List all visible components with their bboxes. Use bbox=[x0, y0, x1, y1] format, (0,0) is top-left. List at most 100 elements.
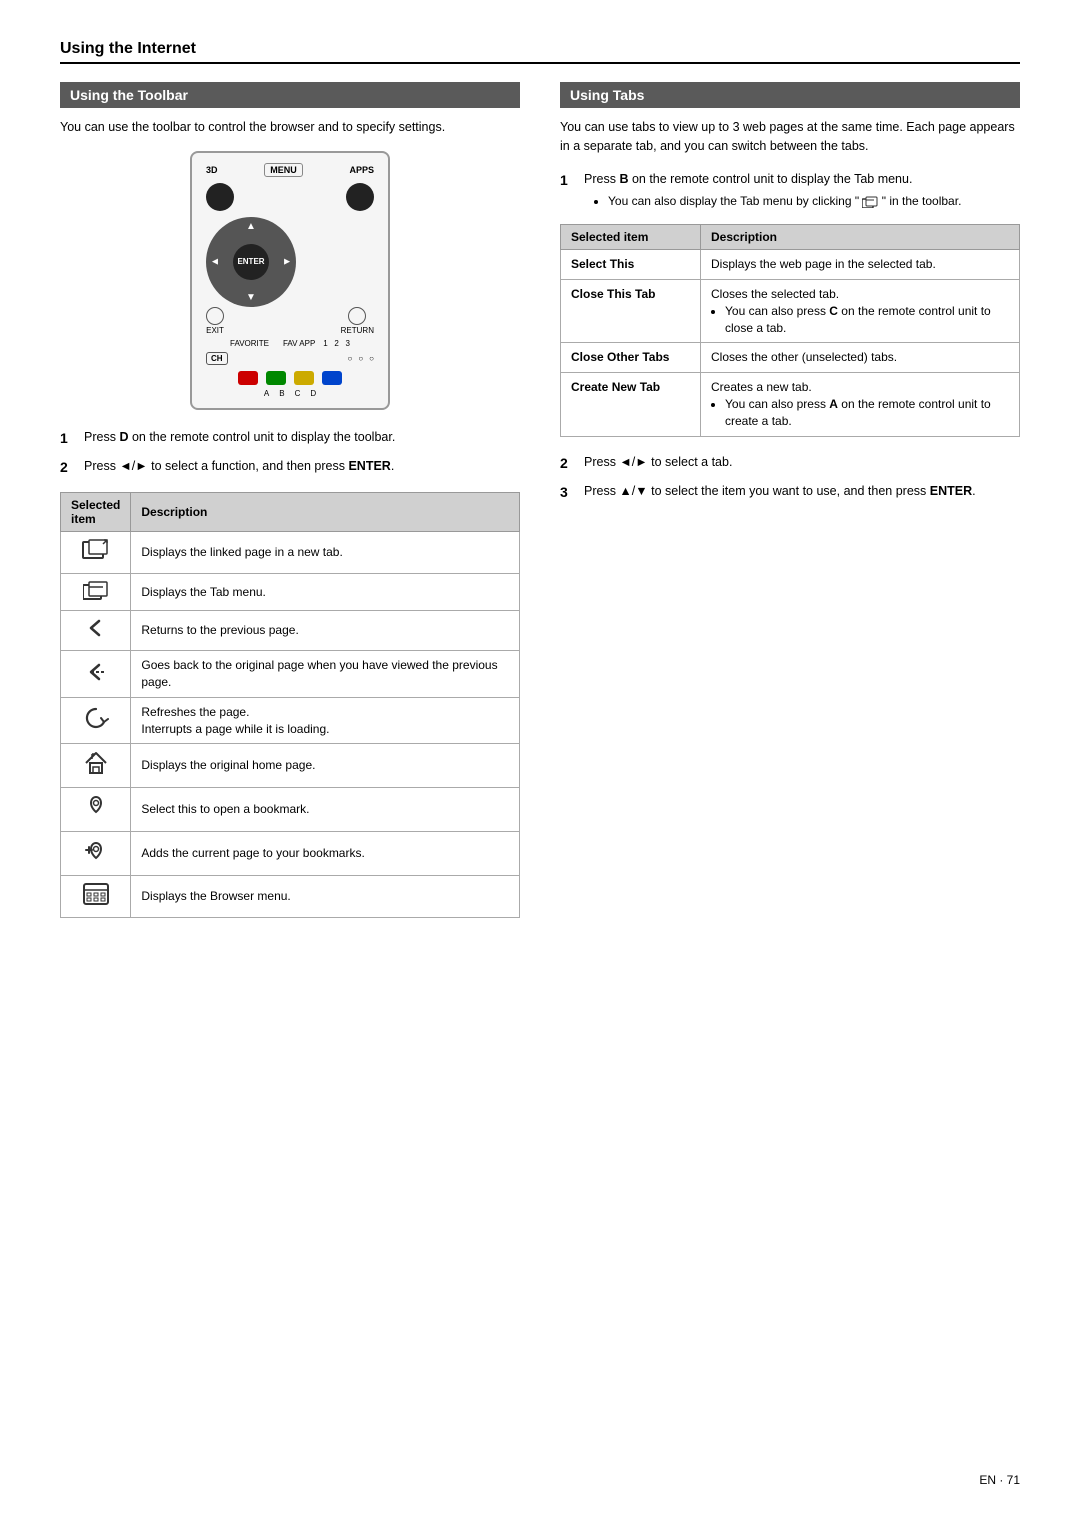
table-row: Returns to the previous page. bbox=[61, 611, 520, 651]
table-header-row: Selected item Description bbox=[61, 492, 520, 531]
desc-new-tab: Displays the linked page in a new tab. bbox=[131, 531, 520, 573]
desc-close-tab-sub: You can also press C on the remote contr… bbox=[725, 303, 1009, 337]
remote-num-buttons: ○ ○ ○ bbox=[347, 354, 374, 363]
icon-new-tab bbox=[61, 531, 131, 573]
remote-apps-label: APPS bbox=[349, 165, 374, 175]
dpad-down-arrow: ▼ bbox=[246, 292, 256, 303]
table-row: Adds the current page to your bookmarks. bbox=[61, 831, 520, 875]
desc-original: Goes back to the original page when you … bbox=[131, 651, 520, 698]
desc-tab-menu: Displays the Tab menu. bbox=[131, 573, 520, 611]
remote-dpad: ▲ ▼ ◄ ► ENTER bbox=[206, 217, 296, 307]
item-close-tab: Close This Tab bbox=[561, 280, 701, 343]
icon-add-bookmark bbox=[61, 831, 131, 875]
icon-original bbox=[61, 651, 131, 698]
icon-refresh bbox=[61, 697, 131, 744]
table-row: Displays the Browser menu. bbox=[61, 875, 520, 917]
remote-red-button bbox=[238, 371, 258, 385]
tabs-section-header: Using Tabs bbox=[560, 82, 1020, 108]
desc-browser-menu: Displays the Browser menu. bbox=[131, 875, 520, 917]
step1-number: 1 bbox=[60, 428, 78, 449]
tabs-step3-content: Press ▲/▼ to select the item you want to… bbox=[584, 482, 976, 503]
desc-bookmark: Select this to open a bookmark. bbox=[131, 788, 520, 832]
icon-browser-menu bbox=[61, 875, 131, 917]
desc-close-other: Closes the other (unselected) tabs. bbox=[701, 343, 1020, 373]
desc-back: Returns to the previous page. bbox=[131, 611, 520, 651]
label-a: A bbox=[264, 389, 269, 398]
right-column: Using Tabs You can use tabs to view up t… bbox=[560, 82, 1020, 934]
col-selected-item: Selected item bbox=[61, 492, 131, 531]
step2-number: 2 bbox=[60, 457, 78, 478]
table-row: Refreshes the page.Interrupts a page whi… bbox=[61, 697, 520, 744]
icon-tab-menu bbox=[61, 573, 131, 611]
label-c: C bbox=[295, 389, 301, 398]
step1-content: Press D on the remote control unit to di… bbox=[84, 428, 395, 449]
step3-enter: ENTER bbox=[930, 484, 972, 498]
fav-label: FAVORITE bbox=[230, 339, 269, 348]
remote-num-3: ○ bbox=[369, 354, 374, 363]
remote-fav-row: FAVORITE FAV APP 1 2 3 bbox=[206, 339, 374, 348]
tabs-col-desc: Description bbox=[701, 225, 1020, 250]
toolbar-description: You can use the toolbar to control the b… bbox=[60, 118, 520, 137]
remote-yellow-button bbox=[294, 371, 314, 385]
table-row: Create New Tab Creates a new tab. You ca… bbox=[561, 373, 1020, 436]
tabs-step2-number: 2 bbox=[560, 453, 578, 474]
tabs-remaining-steps: 2 Press ◄/► to select a tab. 3 Press ▲/▼… bbox=[560, 453, 1020, 503]
desc-create-tab-sub: You can also press A on the remote contr… bbox=[725, 396, 1009, 430]
remote-exit-return-row: EXIT RETURN bbox=[206, 307, 374, 335]
icon-home bbox=[61, 744, 131, 788]
remote-3d-button bbox=[206, 183, 234, 211]
dpad-right-arrow: ► bbox=[282, 256, 292, 267]
table-row: Close This Tab Closes the selected tab. … bbox=[561, 280, 1020, 343]
page-number: EN · 71 bbox=[979, 1473, 1020, 1487]
remote-green-button bbox=[266, 371, 286, 385]
tabs-step-1: 1 Press B on the remote control unit to … bbox=[560, 170, 1020, 211]
remote-menu-label: MENU bbox=[264, 163, 303, 177]
table-row: Goes back to the original page when you … bbox=[61, 651, 520, 698]
desc-close-tab: Closes the selected tab. You can also pr… bbox=[701, 280, 1020, 343]
tabs-step3-number: 3 bbox=[560, 482, 578, 503]
remote-illustration: 3D MENU APPS ▲ ▼ ◄ ► ENTER bbox=[60, 151, 520, 410]
table-row: Displays the linked page in a new tab. bbox=[61, 531, 520, 573]
bold-a: A bbox=[829, 397, 838, 411]
icon-back bbox=[61, 611, 131, 651]
toolbar-step-2: 2 Press ◄/► to select a function, and th… bbox=[60, 457, 520, 478]
remote-blue-button bbox=[322, 371, 342, 385]
dpad-left-arrow: ◄ bbox=[210, 256, 220, 267]
tabs-step1-sub-item: You can also display the Tab menu by cli… bbox=[608, 192, 961, 210]
dpad-up-arrow: ▲ bbox=[246, 221, 256, 232]
remote-enter-button: ENTER bbox=[233, 244, 269, 280]
item-create-tab: Create New Tab bbox=[561, 373, 701, 436]
desc-refresh: Refreshes the page.Interrupts a page whi… bbox=[131, 697, 520, 744]
toolbar-steps: 1 Press D on the remote control unit to … bbox=[60, 428, 520, 478]
return-label: RETURN bbox=[341, 326, 374, 335]
item-select-this: Select This bbox=[561, 250, 701, 280]
tabs-description-table: Selected item Description Select This Di… bbox=[560, 224, 1020, 436]
toolbar-icon-table: Selected item Description Displays the l bbox=[60, 492, 520, 918]
desc-select-this: Displays the web page in the selected ta… bbox=[701, 250, 1020, 280]
tabs-step1-bold-b: B bbox=[619, 172, 628, 186]
remote-apps-button bbox=[346, 183, 374, 211]
label-d: D bbox=[310, 389, 316, 398]
table-row: Displays the original home page. bbox=[61, 744, 520, 788]
desc-home: Displays the original home page. bbox=[131, 744, 520, 788]
fav-nums: 1 2 3 bbox=[323, 339, 350, 348]
step1-bold-d: D bbox=[119, 430, 128, 444]
remote-3d-label: 3D bbox=[206, 165, 218, 175]
remote-num-2: ○ bbox=[358, 354, 363, 363]
remote-num-1: ○ bbox=[347, 354, 352, 363]
toolbar-section-header: Using the Toolbar bbox=[60, 82, 520, 108]
col-description: Description bbox=[131, 492, 520, 531]
remote-top-buttons bbox=[206, 183, 374, 211]
remote-control: 3D MENU APPS ▲ ▼ ◄ ► ENTER bbox=[190, 151, 390, 410]
page-title: Using the Internet bbox=[60, 40, 1020, 64]
remote-ch-row: CH ○ ○ ○ bbox=[206, 352, 374, 365]
exit-label: EXIT bbox=[206, 326, 224, 335]
bold-c: C bbox=[829, 304, 838, 318]
desc-add-bookmark: Adds the current page to your bookmarks. bbox=[131, 831, 520, 875]
remote-ch-button: CH bbox=[206, 352, 228, 365]
table-row: Select This Displays the web page in the… bbox=[561, 250, 1020, 280]
remote-color-buttons bbox=[206, 371, 374, 385]
tabs-description: You can use tabs to view up to 3 web pag… bbox=[560, 118, 1020, 156]
tabs-table-header-row: Selected item Description bbox=[561, 225, 1020, 250]
item-close-other: Close Other Tabs bbox=[561, 343, 701, 373]
